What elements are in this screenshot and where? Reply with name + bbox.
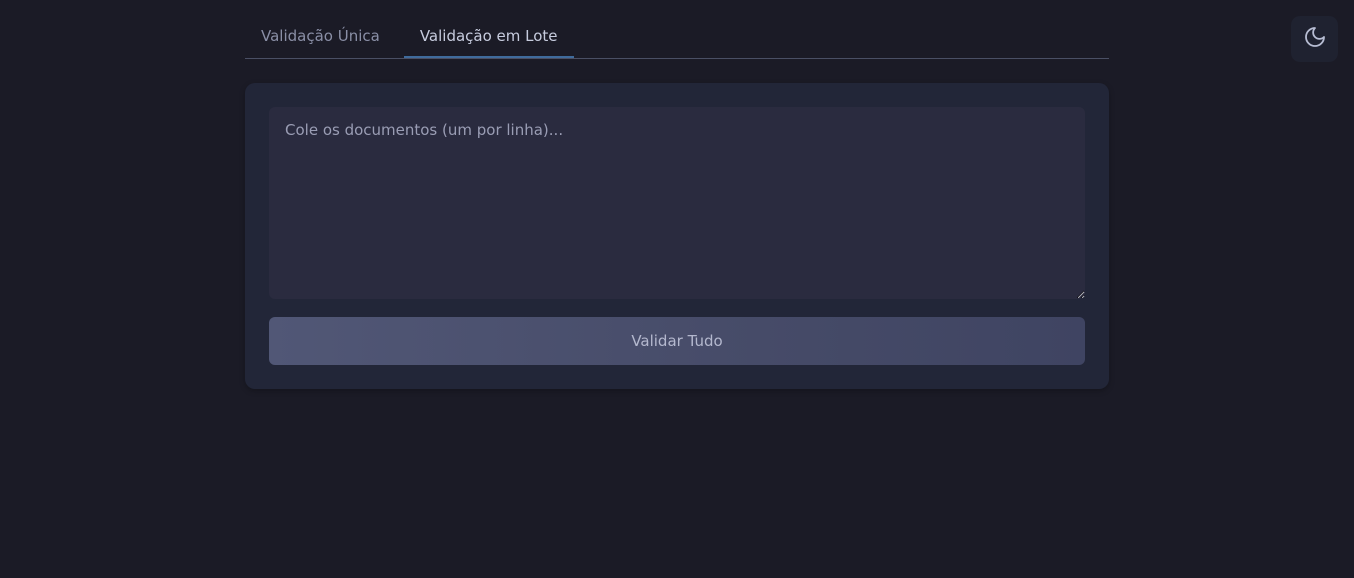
batch-validation-card: Validar Tudo <box>245 83 1109 389</box>
page: Validação Única Validação em Lote Valida… <box>0 0 1354 578</box>
tab-bar: Validação Única Validação em Lote <box>245 16 1109 59</box>
moon-icon <box>1303 25 1327 53</box>
theme-toggle-button[interactable] <box>1291 16 1338 62</box>
tab-validacao-em-lote[interactable]: Validação em Lote <box>403 16 574 58</box>
validate-all-button[interactable]: Validar Tudo <box>269 317 1085 365</box>
tab-validacao-unica[interactable]: Validação Única <box>245 16 396 58</box>
documents-textarea[interactable] <box>269 107 1085 299</box>
